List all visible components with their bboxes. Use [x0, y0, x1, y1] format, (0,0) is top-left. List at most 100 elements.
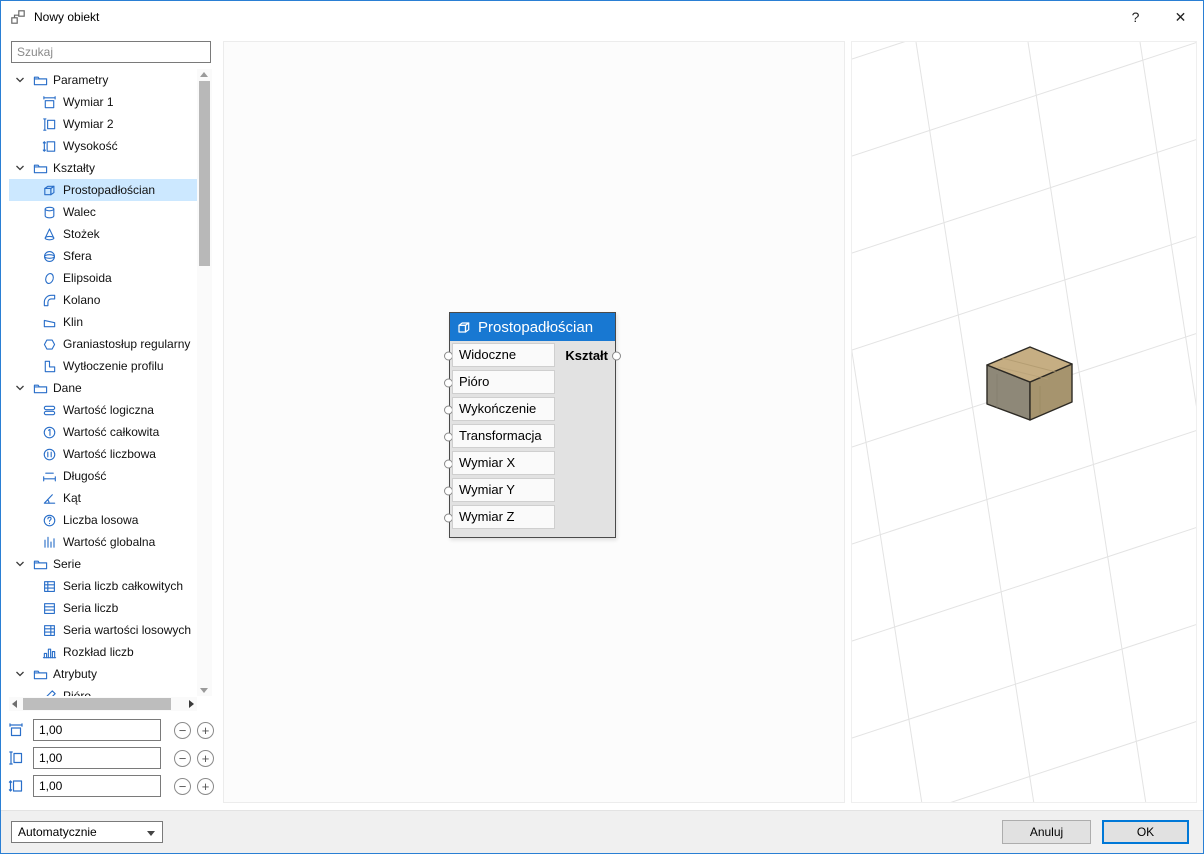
- scroll-right-icon[interactable]: [189, 700, 194, 708]
- random-series-icon: [41, 622, 57, 638]
- tree-item-label: Prostopadłościan: [63, 183, 155, 197]
- tree-item-seria-liczb[interactable]: Seria liczb: [9, 597, 197, 619]
- tree-item-klin[interactable]: Klin: [9, 311, 197, 333]
- tree-item-wymiar-2[interactable]: Wymiar 2: [9, 113, 197, 135]
- increase-button[interactable]: +: [197, 722, 214, 739]
- tree-item-label: Sfera: [63, 249, 92, 263]
- increase-button[interactable]: +: [197, 750, 214, 767]
- scroll-down-icon[interactable]: [200, 688, 208, 693]
- node-row-widoczne: WidoczneKształt: [450, 342, 615, 369]
- tree-item-kolano[interactable]: Kolano: [9, 289, 197, 311]
- tree-item-seria-wartosci-losowych[interactable]: Seria wartości losowych: [9, 619, 197, 641]
- tree-item-wysokosc[interactable]: Wysokość: [9, 135, 197, 157]
- number-icon: [41, 446, 57, 462]
- tree-item-stozek[interactable]: Stożek: [9, 223, 197, 245]
- dropdown-value: Automatycznie: [18, 825, 97, 839]
- prostopadloscian-node[interactable]: Prostopadłościan WidoczneKształtPióroWyk…: [449, 312, 616, 538]
- global-icon: [41, 534, 57, 550]
- profile-icon: [41, 358, 57, 374]
- tree-vertical-scrollbar[interactable]: [197, 69, 212, 696]
- ok-button[interactable]: OK: [1102, 820, 1189, 844]
- tree-item-prostopadloscian[interactable]: Prostopadłościan: [9, 179, 197, 201]
- random-icon: [41, 512, 57, 528]
- tree-item-wartosc-logiczna[interactable]: Wartość logiczna: [9, 399, 197, 421]
- tree-item-serie[interactable]: Serie: [9, 553, 197, 575]
- tree-item-wartosc-calkowita[interactable]: Wartość całkowita: [9, 421, 197, 443]
- dimension1-icon: [7, 721, 25, 739]
- tree-item-label: Wartość liczbowa: [63, 447, 156, 461]
- decrease-button[interactable]: −: [174, 778, 191, 795]
- scroll-left-icon[interactable]: [12, 700, 17, 708]
- cylinder-icon: [41, 204, 57, 220]
- tree-item-label: Serie: [53, 557, 81, 571]
- tree-item-ksztalty[interactable]: Kształty: [9, 157, 197, 179]
- tree-item-rozklad-liczb[interactable]: Rozkład liczb: [9, 641, 197, 663]
- chevron-down-icon: [147, 831, 155, 836]
- node-input-label: Wymiar X: [452, 451, 555, 475]
- new-object-dialog: Nowy obiekt ? ✕ Parametry Wymiar 1 Wymiar …: [0, 0, 1204, 854]
- cone-icon: [41, 226, 57, 242]
- angle-icon: [41, 490, 57, 506]
- chevron-down-icon[interactable]: [15, 559, 27, 569]
- chevron-down-icon[interactable]: [15, 669, 27, 679]
- decrease-button[interactable]: −: [174, 750, 191, 767]
- spinner-input-2[interactable]: [33, 747, 161, 769]
- tree-item-seria-liczb-calkowitych[interactable]: Seria liczb całkowitych: [9, 575, 197, 597]
- preview-mode-dropdown[interactable]: Automatycznie: [11, 821, 163, 843]
- elbow-icon: [41, 292, 57, 308]
- output-port-ksztalt[interactable]: [612, 351, 621, 360]
- spinner-row-1: −+: [7, 719, 214, 741]
- node-input-label: Wymiar Z: [452, 505, 555, 529]
- tree-item-pioro[interactable]: Pióro: [9, 685, 197, 696]
- chevron-down-icon[interactable]: [15, 383, 27, 393]
- search-input[interactable]: [11, 41, 211, 63]
- boolean-icon: [41, 402, 57, 418]
- tree-item-kat[interactable]: Kąt: [9, 487, 197, 509]
- tree-item-label: Stożek: [63, 227, 100, 241]
- window-title: Nowy obiekt: [34, 10, 99, 24]
- tree-horizontal-scrollbar[interactable]: [9, 697, 197, 711]
- tree-item-wymiar-1[interactable]: Wymiar 1: [9, 91, 197, 113]
- chevron-down-icon[interactable]: [15, 75, 27, 85]
- tree-item-label: Wysokość: [63, 139, 118, 153]
- horizontal-scrollbar-thumb[interactable]: [23, 698, 171, 710]
- tree-item-wartosc-liczbowa[interactable]: Wartość liczbowa: [9, 443, 197, 465]
- help-button[interactable]: ?: [1113, 2, 1158, 33]
- tree-item-wytloczenie-profilu[interactable]: Wytłoczenie profilu: [9, 355, 197, 377]
- increase-button[interactable]: +: [197, 778, 214, 795]
- tree-item-graniastoslup-regularny[interactable]: Graniastosłup regularny: [9, 333, 197, 355]
- tree-item-label: Wartość globalna: [63, 535, 155, 549]
- node-body: WidoczneKształtPióroWykończenieTransform…: [450, 341, 615, 537]
- tree-item-wartosc-globalna[interactable]: Wartość globalna: [9, 531, 197, 553]
- chevron-down-icon[interactable]: [15, 163, 27, 173]
- scroll-up-icon[interactable]: [200, 72, 208, 77]
- tree-item-label: Graniastosłup regularny: [63, 337, 190, 351]
- tree-item-parametry[interactable]: Parametry: [9, 69, 197, 91]
- tree-item-elipsoida[interactable]: Elipsoida: [9, 267, 197, 289]
- tree-item-walec[interactable]: Walec: [9, 201, 197, 223]
- tree-item-dlugosc[interactable]: Długość: [9, 465, 197, 487]
- node-row-wymiar-z: Wymiar Z: [450, 504, 615, 531]
- cancel-button[interactable]: Anuluj: [1002, 820, 1091, 844]
- preview-3d-viewport[interactable]: [851, 41, 1197, 803]
- spinner-input-3[interactable]: [33, 775, 161, 797]
- tree-item-dane[interactable]: Dane: [9, 377, 197, 399]
- tree-item-liczba-losowa[interactable]: Liczba losowa: [9, 509, 197, 531]
- tree-item-atrybuty[interactable]: Atrybuty: [9, 663, 197, 685]
- tree-item-label: Wytłoczenie profilu: [63, 359, 164, 373]
- tree-item-label: Kształty: [53, 161, 95, 175]
- decrease-button[interactable]: −: [174, 722, 191, 739]
- tree-item-label: Klin: [63, 315, 83, 329]
- distribution-icon: [41, 644, 57, 660]
- tree-item-label: Parametry: [53, 73, 108, 87]
- tree-item-sfera[interactable]: Sfera: [9, 245, 197, 267]
- vertical-scrollbar-thumb[interactable]: [199, 81, 210, 266]
- node-header[interactable]: Prostopadłościan: [450, 313, 615, 341]
- tree-item-label: Wymiar 1: [63, 95, 114, 109]
- integer-icon: [41, 424, 57, 440]
- close-button[interactable]: ✕: [1158, 2, 1203, 33]
- node-canvas[interactable]: Prostopadłościan WidoczneKształtPióroWyk…: [223, 41, 845, 803]
- node-row-wymiar-y: Wymiar Y: [450, 477, 615, 504]
- spinner-input-1[interactable]: [33, 719, 161, 741]
- node-input-label: Wymiar Y: [452, 478, 555, 502]
